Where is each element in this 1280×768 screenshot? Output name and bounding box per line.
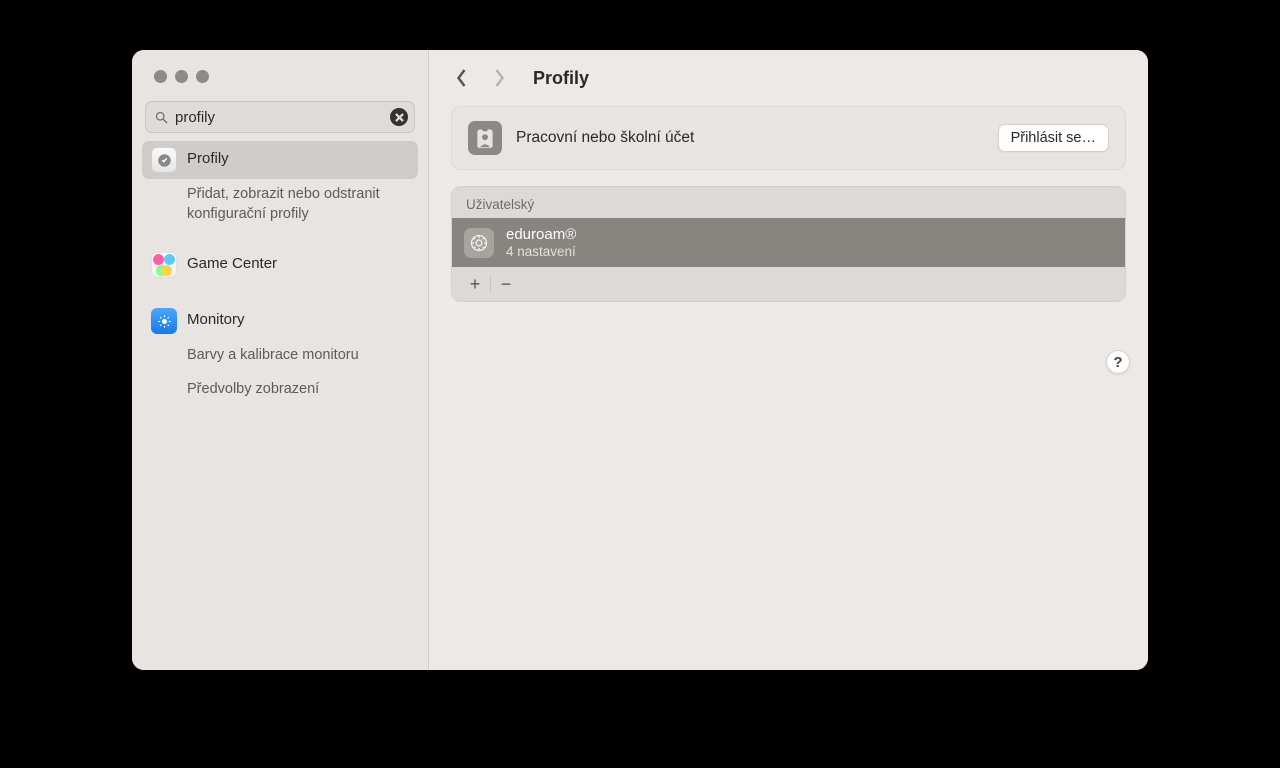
sidebar-item-gamecenter[interactable]: Game Center [142, 246, 418, 284]
help-button[interactable]: ? [1106, 350, 1130, 374]
back-button[interactable] [451, 68, 471, 88]
search-icon [154, 110, 169, 125]
profile-name: eduroam® [506, 226, 576, 244]
sidebar-item-profiles[interactable]: Profily [142, 141, 418, 179]
sidebar-sub-colors[interactable]: Barvy a kalibrace monitoru [142, 340, 418, 374]
sidebar-item-label: Profily [187, 147, 229, 167]
sidebar-item-displays[interactable]: Monitory [142, 302, 418, 340]
sidebar-item-label: Monitory [187, 308, 245, 328]
profiles-list-footer: + − [452, 267, 1125, 301]
zoom-icon[interactable] [196, 70, 209, 83]
x-icon [395, 113, 404, 122]
account-card-label: Pracovní nebo školní účet [516, 129, 984, 147]
remove-profile-button[interactable]: − [493, 271, 519, 297]
close-icon[interactable] [154, 70, 167, 83]
search-field[interactable] [145, 101, 415, 133]
minimize-icon[interactable] [175, 70, 188, 83]
profile-row-eduroam[interactable]: eduroam® 4 nastavení [452, 218, 1125, 267]
profiles-icon [151, 147, 177, 173]
settings-window: Profily Přidat, zobrazit nebo odstranit … [132, 50, 1148, 670]
add-profile-button[interactable]: + [462, 271, 488, 297]
toolbar: Profily [429, 50, 1148, 106]
window-controls[interactable] [132, 70, 428, 83]
sidebar: Profily Přidat, zobrazit nebo odstranit … [132, 50, 429, 670]
work-school-account-card: Pracovní nebo školní účet Přihlásit se… [451, 106, 1126, 170]
id-badge-icon [468, 121, 502, 155]
main-pane: Profily Pracovní nebo školní účet Přihlá… [429, 50, 1148, 670]
chevron-right-icon [493, 68, 506, 88]
chevron-left-icon [455, 68, 468, 88]
sign-in-button[interactable]: Přihlásit se… [998, 124, 1109, 152]
gear-icon [464, 228, 494, 258]
displays-icon [151, 308, 177, 334]
gamecenter-icon [151, 252, 177, 278]
page-title: Profily [533, 68, 589, 89]
profile-detail: 4 nastavení [506, 244, 576, 259]
sidebar-item-profiles-desc[interactable]: Přidat, zobrazit nebo odstranit konfigur… [142, 179, 418, 232]
search-input[interactable] [169, 109, 390, 126]
separator [490, 275, 491, 293]
profiles-section-header: Uživatelský [452, 187, 1125, 218]
profiles-list: Uživatelský eduroam® 4 nastavení + − [451, 186, 1126, 302]
sidebar-item-label: Game Center [187, 252, 277, 272]
clear-search-button[interactable] [390, 108, 408, 126]
sidebar-sub-prefs[interactable]: Předvolby zobrazení [142, 374, 418, 408]
forward-button [489, 68, 509, 88]
